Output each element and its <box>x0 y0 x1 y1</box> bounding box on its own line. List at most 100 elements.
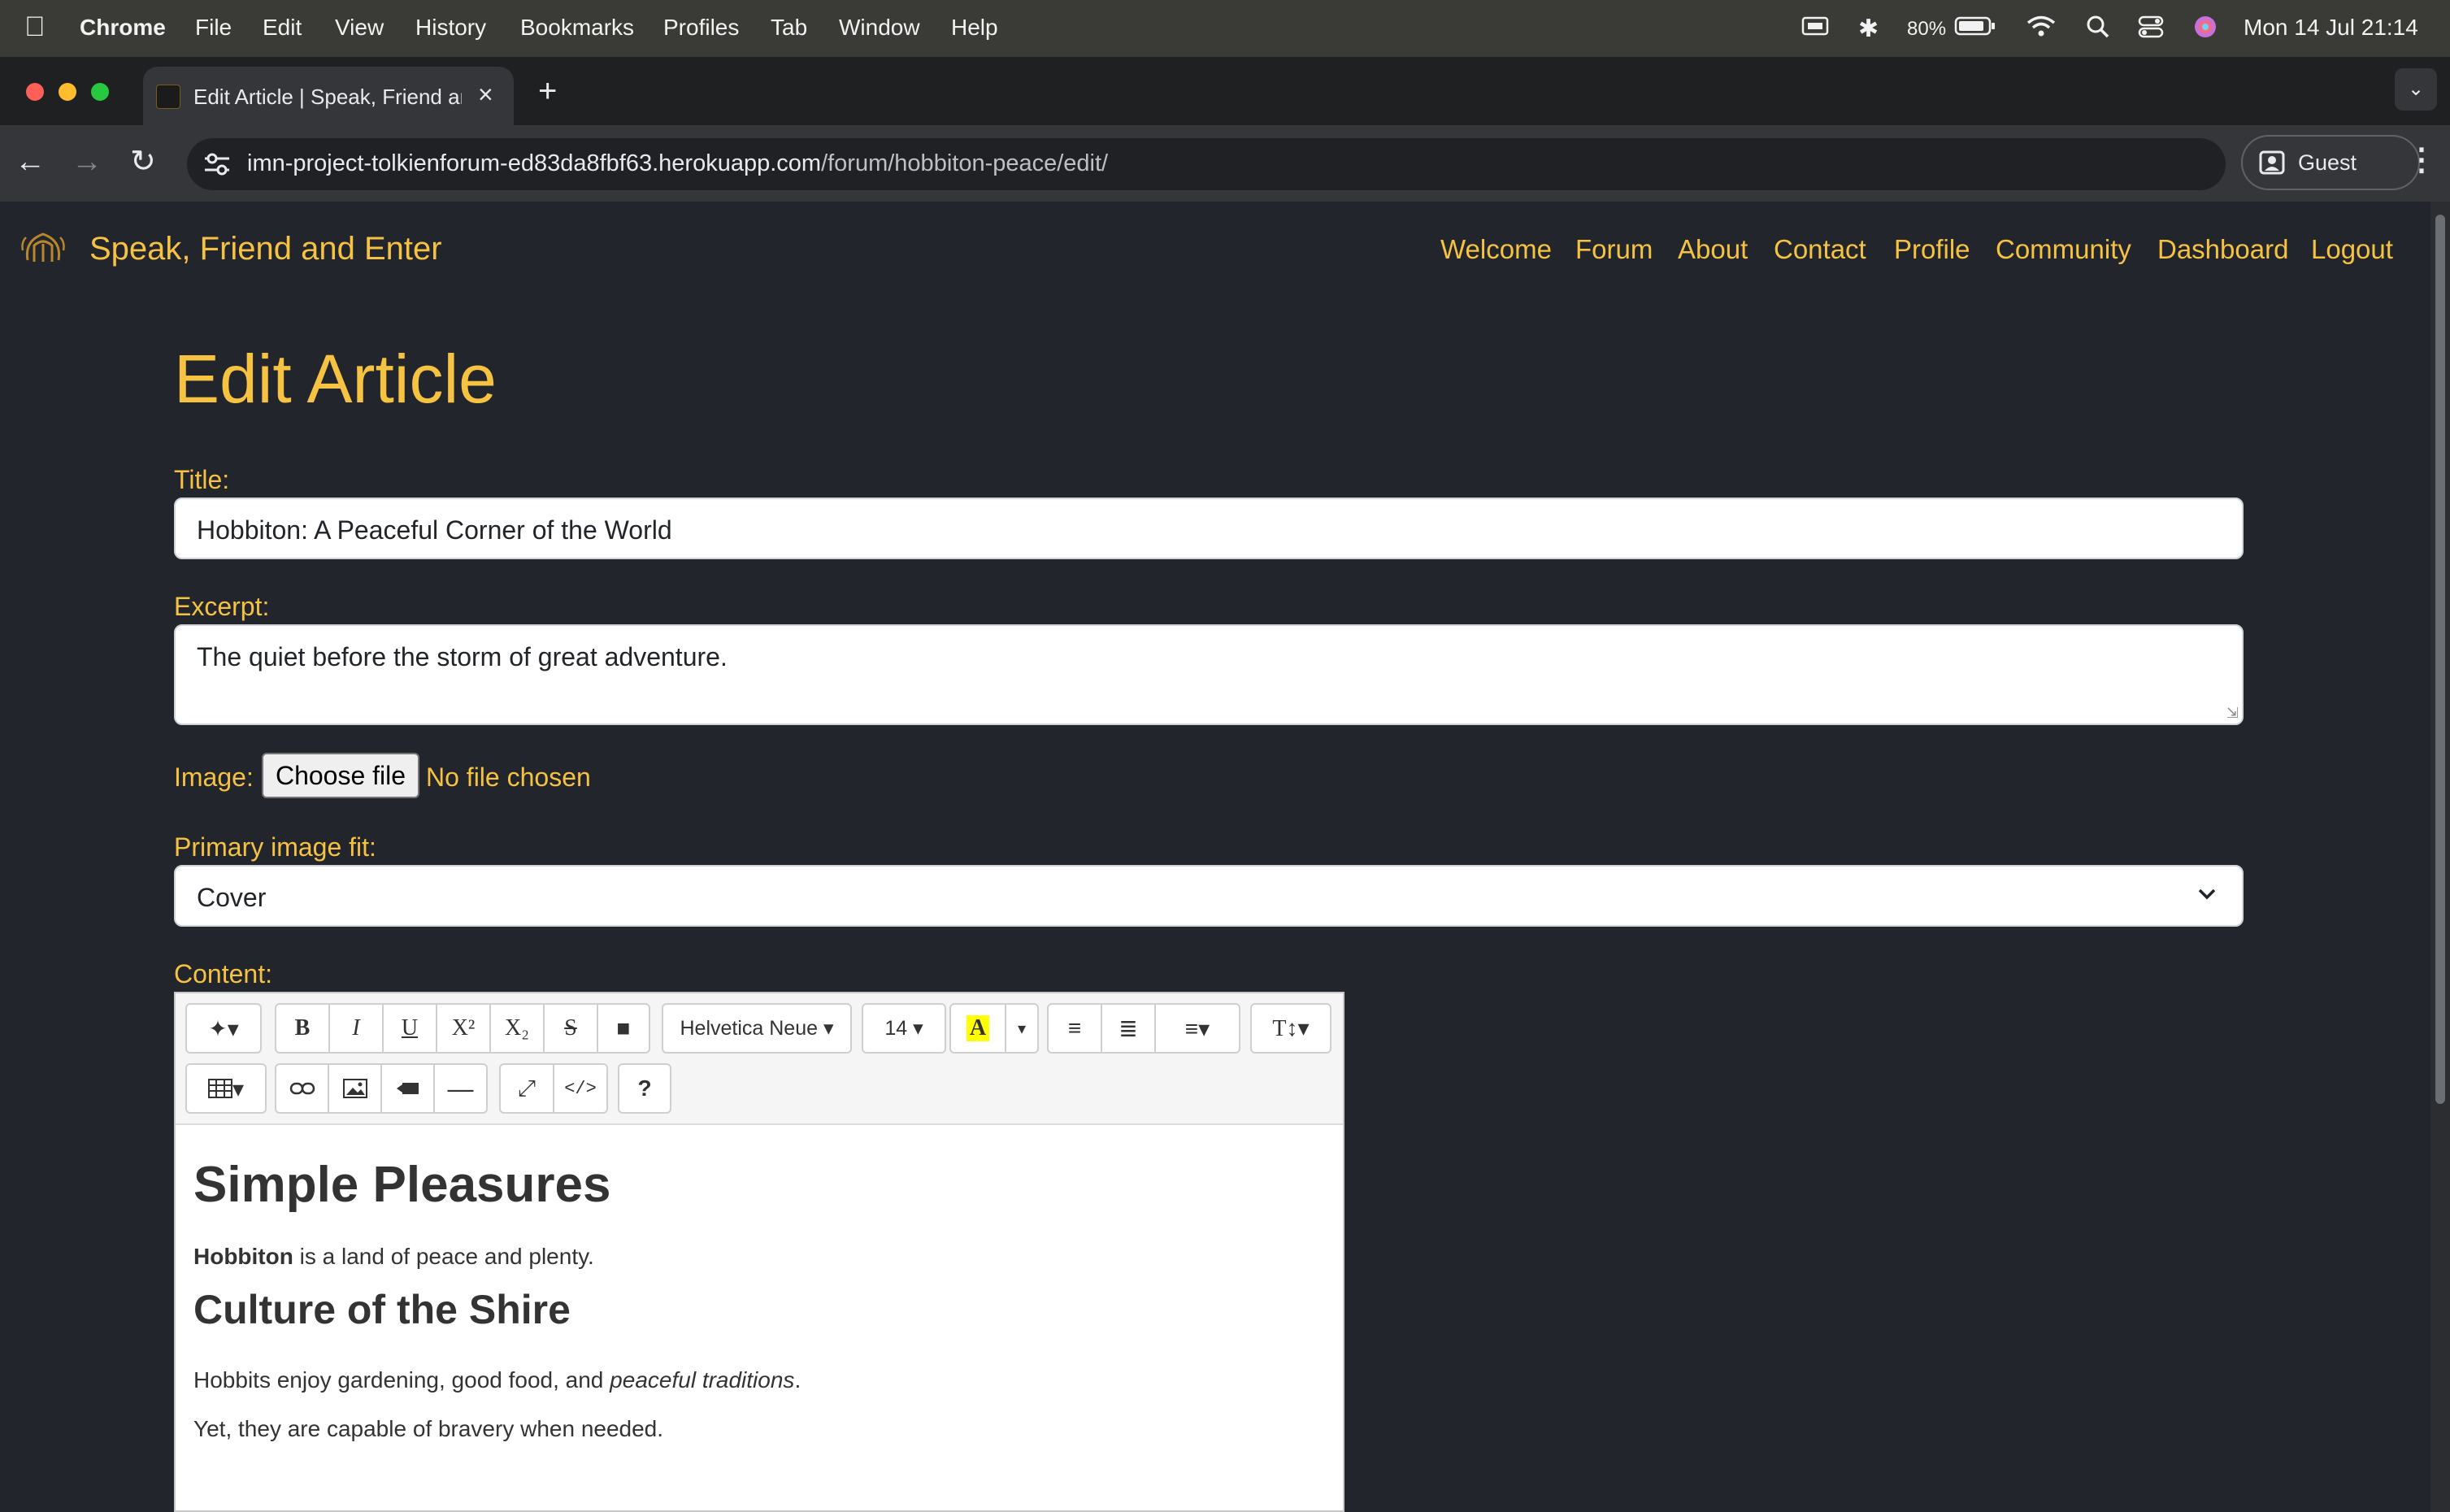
nav-logout[interactable]: Logout <box>2311 234 2393 265</box>
image-fit-selected-value: Cover <box>197 883 267 912</box>
content-paragraph-1-rest: is a land of peace and plenty. <box>293 1244 594 1269</box>
ordered-list-icon[interactable]: ≣ <box>1102 1005 1156 1052</box>
guest-profile-icon <box>2259 150 2285 181</box>
tab-close-icon[interactable]: × <box>478 80 493 110</box>
window-minimize-button[interactable] <box>59 83 76 101</box>
apple-icon[interactable]:  <box>24 11 46 43</box>
nav-contact[interactable]: Contact <box>1774 234 1866 265</box>
spotlight-search-icon[interactable] <box>2086 15 2110 45</box>
site-logo-icon[interactable] <box>20 226 67 276</box>
nav-about[interactable]: About <box>1678 234 1748 265</box>
image-fit-label: Primary image fit: <box>174 832 376 862</box>
mac-menubar:  Chrome File Edit View History Bookmark… <box>0 0 2450 57</box>
paragraph-group: ≡ ≣ ≡▾ <box>1047 1003 1240 1054</box>
line-height-group: T↕▾ <box>1250 1003 1331 1054</box>
nav-dashboard[interactable]: Dashboard <box>2157 234 2288 265</box>
menu-view[interactable]: View <box>335 15 384 41</box>
font-size-dropdown[interactable]: 14 ▾ <box>863 1005 945 1052</box>
profile-label: Guest <box>2298 150 2357 175</box>
bold-icon[interactable]: B <box>276 1005 330 1052</box>
underline-icon[interactable]: U <box>384 1005 437 1052</box>
reload-icon[interactable]: ↻ <box>130 143 156 180</box>
content-label: Content: <box>174 959 272 988</box>
font-size-group: 14 ▾ <box>862 1003 946 1054</box>
chrome-menu-kebab-icon[interactable]: ⋮ <box>2406 141 2437 178</box>
image-fit-select[interactable]: Cover <box>174 865 2244 927</box>
align-dropdown-icon[interactable]: ≡▾ <box>1156 1005 1239 1052</box>
new-tab-plus-icon[interactable]: + <box>538 73 557 110</box>
menu-window[interactable]: Window <box>839 15 920 41</box>
page-scrollbar-thumb[interactable] <box>2435 215 2445 1104</box>
font-family-group: Helvetica Neue ▾ <box>662 1003 852 1054</box>
menu-profiles[interactable]: Profiles <box>663 15 739 41</box>
code-view-icon[interactable]: </> <box>554 1065 606 1112</box>
table-group: ▾ <box>185 1063 267 1114</box>
excerpt-textarea[interactable]: The quiet before the storm of great adve… <box>174 624 2244 725</box>
font-size-value: 14 <box>884 1016 908 1040</box>
menu-app-name[interactable]: Chrome <box>80 15 166 41</box>
input-source-icon[interactable] <box>1801 15 1829 43</box>
tab-search-chevron-icon[interactable]: ⌄ <box>2395 68 2437 111</box>
address-bar[interactable]: imn-project-tolkienforum-ed83da8fbf63.he… <box>187 138 2226 190</box>
tab-favicon-icon <box>156 85 180 109</box>
choose-file-button[interactable]: Choose file <box>262 753 419 798</box>
no-file-chosen-text: No file chosen <box>426 763 591 792</box>
menu-tab[interactable]: Tab <box>771 15 807 41</box>
textarea-resize-handle-icon[interactable]: ⇲ <box>2226 705 2239 722</box>
image-label: Image: <box>174 763 254 792</box>
content-heading-1: Simple Pleasures <box>193 1157 611 1213</box>
menu-edit[interactable]: Edit <box>263 15 302 41</box>
content-paragraph-2-end: . <box>794 1367 801 1393</box>
siri-icon[interactable] <box>2193 15 2218 45</box>
wifi-icon[interactable] <box>2026 15 2057 43</box>
page-scrollbar[interactable] <box>2430 202 2450 1512</box>
content-italic-text: peaceful traditions <box>610 1367 795 1393</box>
content-paragraph-2-start: Hobbits enjoy gardening, good food, and <box>193 1367 610 1393</box>
italic-icon[interactable]: I <box>330 1005 384 1052</box>
title-input[interactable]: Hobbiton: A Peaceful Corner of the World <box>174 497 2244 559</box>
horizontal-rule-icon[interactable]: — <box>435 1065 486 1112</box>
color-chevron-down-icon[interactable]: ▾ <box>1006 1005 1037 1052</box>
help-question-icon[interactable]: ? <box>619 1065 670 1112</box>
link-icon[interactable] <box>276 1065 329 1112</box>
content-paragraph-3: Yet, they are capable of bravery when ne… <box>193 1416 664 1441</box>
window-zoom-button[interactable] <box>91 83 109 101</box>
unordered-list-icon[interactable]: ≡ <box>1049 1005 1102 1052</box>
nav-profile[interactable]: Profile <box>1894 234 1970 265</box>
menubar-clock[interactable]: Mon 14 Jul 21:14 <box>2244 15 2418 41</box>
window-close-button[interactable] <box>26 83 44 101</box>
menu-bookmarks[interactable]: Bookmarks <box>520 15 634 41</box>
style-group: ✦▾ <box>185 1003 262 1054</box>
image-insert-icon[interactable] <box>329 1065 382 1112</box>
magic-wand-style-icon[interactable]: ✦▾ <box>187 1005 260 1052</box>
forward-arrow-icon[interactable]: → <box>72 145 102 180</box>
fullscreen-icon[interactable]: ⤢ <box>501 1065 554 1112</box>
strikethrough-icon[interactable]: S <box>545 1005 598 1052</box>
superscript-icon[interactable]: X² <box>437 1005 491 1052</box>
nav-welcome[interactable]: Welcome <box>1440 234 1552 265</box>
site-brand[interactable]: Speak, Friend and Enter <box>89 231 442 267</box>
page-title: Edit Article <box>174 341 497 417</box>
profile-guest-button[interactable]: Guest <box>2241 135 2420 190</box>
eraser-clear-format-icon[interactable]: ■ <box>598 1005 649 1052</box>
nav-forum[interactable]: Forum <box>1575 234 1653 265</box>
table-icon[interactable]: ▾ <box>187 1065 265 1112</box>
video-insert-icon[interactable] <box>382 1065 435 1112</box>
control-center-icon[interactable] <box>2138 15 2164 45</box>
menu-history[interactable]: History <box>415 15 486 41</box>
content-bold-text: Hobbiton <box>193 1244 293 1269</box>
font-family-dropdown[interactable]: Helvetica Neue ▾ <box>663 1005 850 1052</box>
active-tab[interactable]: Edit Article | Speak, Friend an × <box>143 67 514 125</box>
nav-community[interactable]: Community <box>1996 234 2131 265</box>
menu-file[interactable]: File <box>195 15 232 41</box>
back-arrow-icon[interactable]: ← <box>15 145 46 180</box>
line-height-icon[interactable]: T↕▾ <box>1252 1005 1330 1052</box>
subscript-icon[interactable]: X₂ <box>491 1005 545 1052</box>
view-group: ⤢ </> <box>499 1063 608 1114</box>
site-settings-icon[interactable] <box>203 151 231 184</box>
editor-toolbar: ✦▾ B I U X² X₂ S ■ Helvetica Neue ▾ 14 ▾… <box>176 993 1343 1125</box>
menu-help[interactable]: Help <box>951 15 998 41</box>
bluetooth-icon[interactable]: ✱ <box>1858 15 1879 43</box>
battery-icon[interactable] <box>1954 15 1996 43</box>
highlight-color-icon[interactable]: A <box>951 1005 1006 1052</box>
